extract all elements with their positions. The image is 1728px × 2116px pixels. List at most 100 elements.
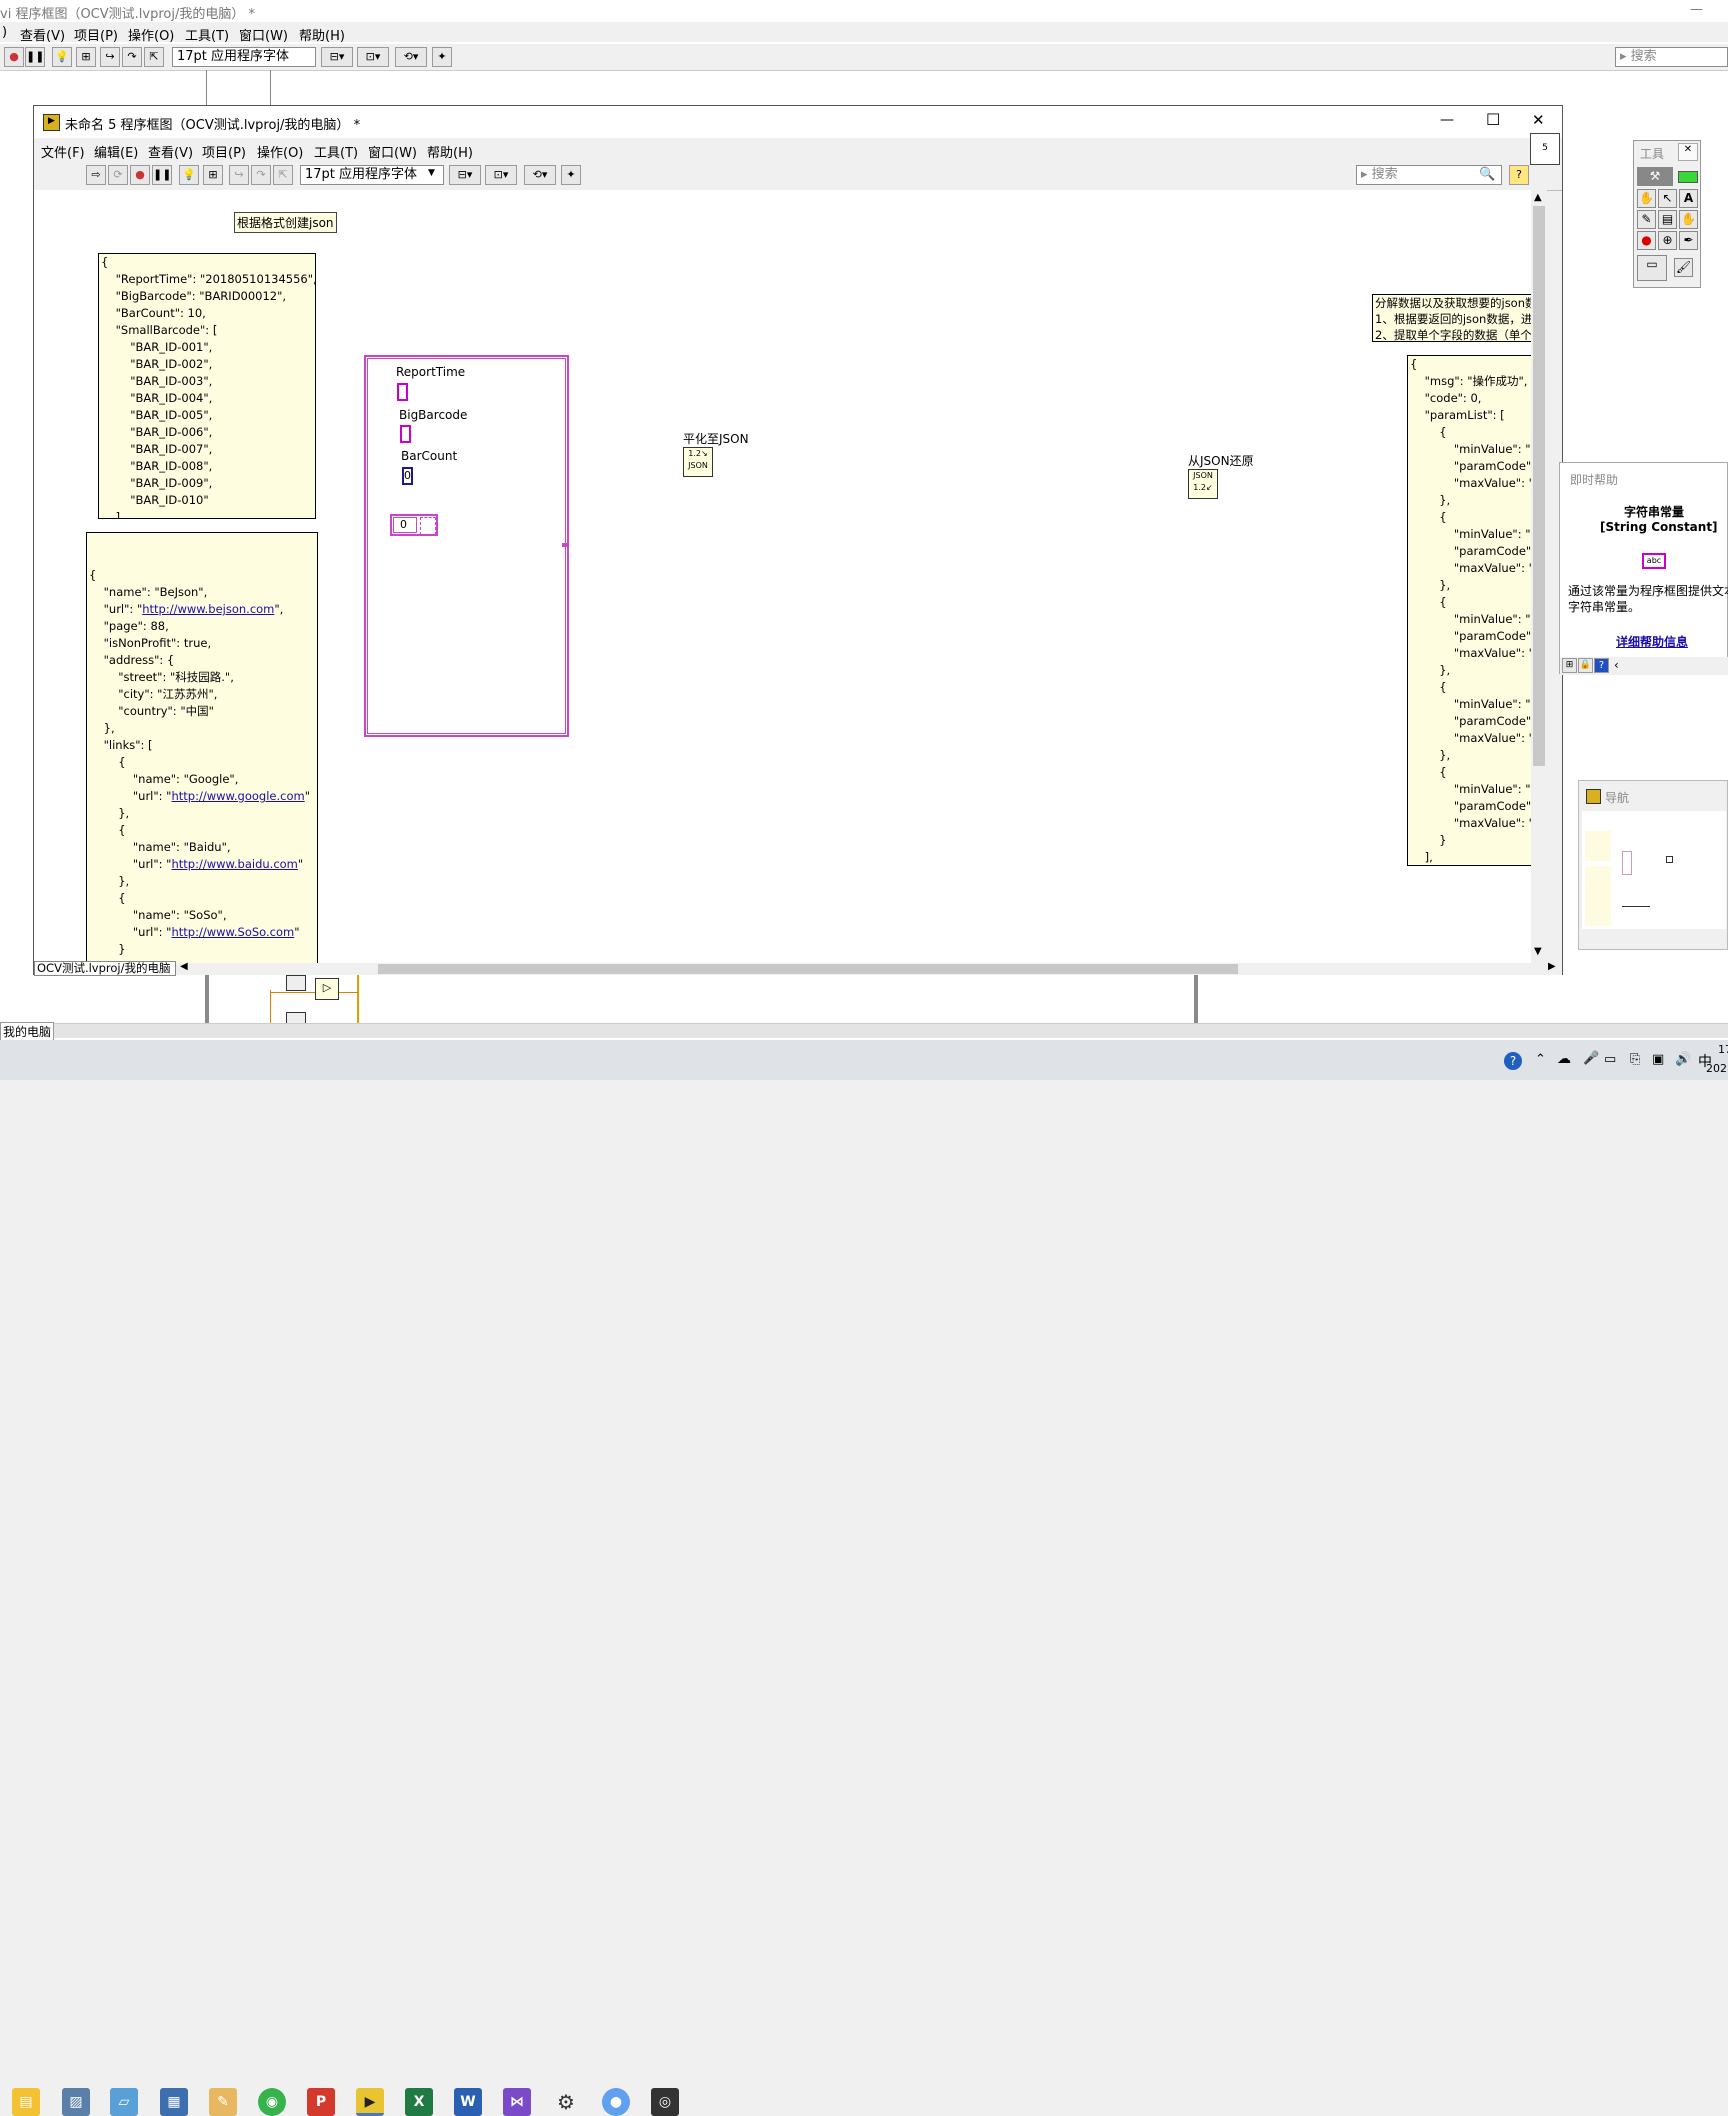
automatic-tool-button[interactable]: ⚒ (1637, 167, 1673, 186)
menu-window[interactable]: 窗口(W) (368, 142, 417, 161)
cluster-output-terminal[interactable] (562, 543, 568, 547)
step-out-button[interactable]: ⇱ (273, 165, 293, 185)
clock-time[interactable]: 17 (1718, 1043, 1728, 1056)
json-response-constant[interactable]: { "msg": "操作成功", "code": 0, "paramList":… (1407, 355, 1547, 866)
menu-file[interactable]: 文件(F) (41, 142, 85, 161)
run-arrow-button[interactable]: ⇨ (86, 165, 106, 185)
menu-view[interactable]: 查看(V) (148, 142, 193, 161)
bg-align-button[interactable]: ⊟▾ (321, 47, 353, 67)
color-copy-icon[interactable]: ✒ (1679, 231, 1698, 250)
json-url-link[interactable]: http://www.baidu.com (171, 857, 297, 871)
array-index[interactable]: 0 (393, 517, 417, 533)
notes-icon[interactable]: ▱ (110, 2088, 138, 2116)
json-format-constant[interactable]: { "ReportTime": "20180510134556", "BigBa… (98, 253, 316, 519)
chevron-down-icon[interactable]: ▼ (428, 168, 435, 178)
help-tray-icon[interactable]: ? (1504, 1052, 1522, 1070)
close-button[interactable]: ✕ (1532, 111, 1545, 129)
bg-search-box[interactable]: ▸ 搜索 (1615, 47, 1728, 67)
battery-icon[interactable]: ▭ (1604, 1052, 1616, 1067)
help-question-icon[interactable]: ? (1594, 658, 1609, 673)
step-into-button[interactable]: ↪ (229, 165, 249, 185)
labview-icon[interactable]: ▶ (356, 2088, 384, 2116)
vertical-scrollbar[interactable]: ▲ ▼ (1531, 190, 1547, 963)
bg-abort-button[interactable]: ● (4, 47, 24, 67)
hand-icon[interactable]: ✋ (1637, 189, 1656, 208)
detailed-help-link[interactable]: 详细帮助信息 (1616, 633, 1688, 650)
pointer-icon[interactable]: ↖ (1658, 189, 1677, 208)
align-objects-button[interactable]: ⊟▾ (449, 165, 481, 185)
big-barcode-string[interactable] (400, 425, 411, 443)
maximize-button[interactable]: ☐ (1486, 110, 1500, 129)
nav-preview[interactable] (1582, 811, 1726, 929)
menu-help[interactable]: 帮助(H) (427, 142, 473, 161)
json-url-link[interactable]: http://www.google.com (171, 789, 304, 803)
vertical-scrollbar-thumb[interactable] (1533, 206, 1545, 766)
visual-studio-icon[interactable]: ⋈ (503, 2088, 531, 2116)
step-over-button[interactable]: ↷ (251, 165, 271, 185)
excel-icon[interactable]: X (405, 2088, 433, 2116)
array-element[interactable] (420, 517, 436, 535)
search-icon[interactable]: 🔍 (1479, 167, 1495, 182)
distribute-objects-button[interactable]: ⊡▾ (485, 165, 517, 185)
network-icon[interactable]: ⎘ (1630, 1052, 1640, 1067)
paint-icon[interactable]: ✎ (209, 2088, 237, 2116)
minimize-button[interactable]: — (1440, 112, 1454, 128)
bar-count-numeric[interactable]: 0 (402, 467, 413, 485)
scroll-icon[interactable]: ✋ (1679, 210, 1698, 229)
abort-button[interactable]: ● (130, 165, 150, 185)
breakpoint-icon[interactable]: ● (1637, 231, 1656, 250)
show-optional-terminals-button[interactable]: ⊞ (1562, 658, 1577, 673)
small-barcode-array[interactable]: 0 (390, 514, 438, 536)
calculator-icon[interactable]: ▦ (160, 2088, 188, 2116)
bg-menu-window[interactable]: 窗口(W) (239, 25, 288, 44)
bg-retain-button[interactable]: ⊞ (76, 47, 96, 67)
menu-edit[interactable]: 编辑(E) (94, 142, 138, 161)
menu-project[interactable]: 项目(P) (202, 142, 246, 161)
coloring-icon[interactable]: ▭ (1637, 255, 1667, 281)
volume-icon[interactable]: 🔊 (1675, 1052, 1691, 1067)
font-combo[interactable]: 17pt 应用程序字体 (300, 165, 444, 185)
pause-button[interactable]: ❚❚ (152, 165, 172, 185)
context-help-button[interactable]: ? (1509, 165, 1529, 185)
bg-highlight-button[interactable]: 💡 (52, 47, 72, 67)
microphone-icon[interactable]: 🎤 (1583, 1051, 1599, 1066)
retain-wire-values-button[interactable]: ⊞ (203, 165, 223, 185)
bg-step-over-button[interactable]: ↷ (122, 47, 142, 67)
json-url-link[interactable]: http://www.bejson.com (142, 602, 274, 616)
paintbrush-icon[interactable]: 🖌 (1674, 258, 1693, 277)
bg-menu-project[interactable]: 项目(P) (74, 25, 118, 44)
bg-menu-help[interactable]: 帮助(H) (299, 25, 345, 44)
bg-menu-operate[interactable]: 操作(O) (128, 25, 174, 44)
run-continuous-button[interactable]: ⟳ (108, 165, 128, 185)
reorder-button[interactable]: ⟲▾ (524, 165, 556, 185)
presentation-icon[interactable]: P (307, 2088, 335, 2116)
shortcut-menu-icon[interactable]: ▤ (1658, 210, 1677, 229)
file-explorer-icon[interactable]: ▤ (12, 2088, 40, 2116)
menu-operate[interactable]: 操作(O) (257, 142, 303, 161)
bg-distribute-button[interactable]: ⊡▾ (357, 47, 389, 67)
diagram-canvas[interactable]: 根据格式创建json { "ReportTime": "201805101345… (34, 190, 1547, 963)
probe-icon[interactable]: ⊕ (1658, 231, 1677, 250)
photos-icon[interactable]: ▨ (62, 2088, 90, 2116)
wiring-icon[interactable]: ✎ (1637, 210, 1656, 229)
cleanup-diagram-button[interactable]: ✦ (561, 165, 581, 185)
bg-reorder-button[interactable]: ⟲▾ (395, 47, 427, 67)
decompose-comment[interactable]: 分解数据以及获取想要的json数据 1、根据要返回的json数据，进行 2、提取… (1372, 294, 1547, 342)
clock-date[interactable]: 202 (1706, 1062, 1727, 1075)
chevron-left-icon[interactable]: ‹ (1614, 658, 1619, 672)
camera-icon[interactable]: ◎ (651, 2088, 679, 2116)
bg-menu-view[interactable]: 查看(V) (20, 25, 65, 44)
chevron-up-icon[interactable]: ⌃ (1535, 1052, 1546, 1067)
lock-help-button[interactable]: 🔒 (1578, 658, 1593, 673)
wechat-icon[interactable]: ◉ (258, 2088, 286, 2116)
screen-icon[interactable]: ▣ (1652, 1052, 1664, 1067)
word-icon[interactable]: W (454, 2088, 482, 2116)
bg-minimize-button[interactable]: — (1690, 2, 1703, 17)
bg-pause-button[interactable]: ❚❚ (25, 47, 45, 67)
free-label[interactable]: 根据格式创建json (234, 212, 337, 233)
menu-tools[interactable]: 工具(T) (314, 142, 358, 161)
json-url-link[interactable]: http://www.SoSo.com (171, 925, 294, 939)
bg-step-into-button[interactable]: ↪ (100, 47, 120, 67)
flatten-to-json-node[interactable]: 1.2↘ JSON (683, 447, 713, 477)
bg-font-combo[interactable]: 17pt 应用程序字体 (172, 47, 316, 67)
